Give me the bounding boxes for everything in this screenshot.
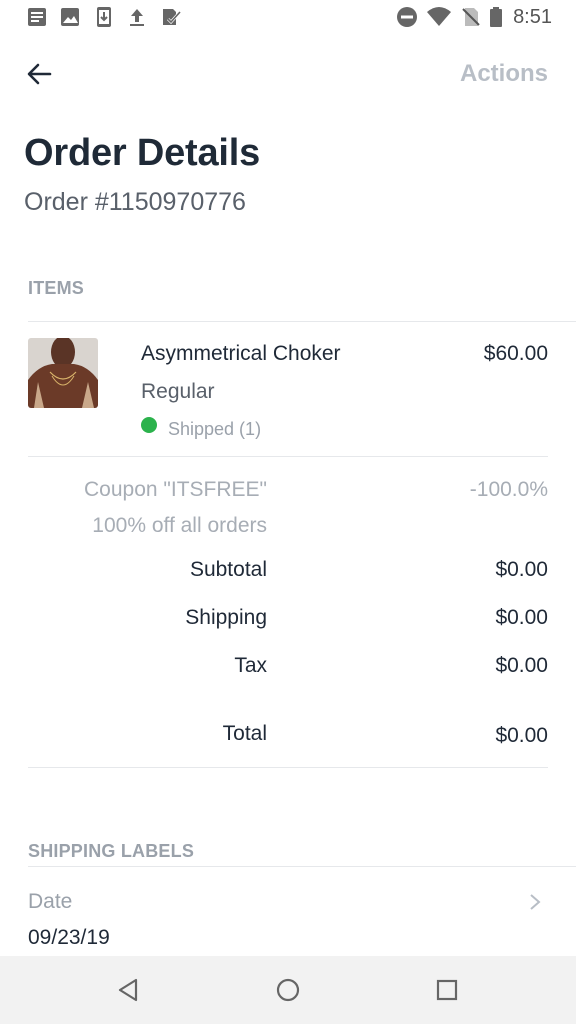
home-circle-icon[interactable] — [274, 976, 302, 1004]
image-icon — [61, 8, 79, 26]
total-value: $0.00 — [495, 724, 548, 747]
download-icon — [97, 7, 111, 27]
item-variant: Regular — [141, 380, 215, 403]
back-triangle-icon[interactable] — [114, 976, 142, 1004]
shipping-label: Shipping — [185, 606, 267, 629]
check-list-icon — [163, 9, 182, 25]
notes-icon — [28, 8, 46, 26]
shipping-labels-section-label: SHIPPING LABELS — [28, 841, 195, 861]
date-value: 09/23/19 — [28, 926, 110, 949]
page-title: Order Details — [24, 132, 261, 174]
chevron-right-icon — [530, 894, 541, 910]
date-label: Date — [28, 890, 73, 913]
status-dot-icon — [141, 417, 157, 433]
order-number: Order #1150970776 — [24, 188, 246, 216]
shipping-value: $0.00 — [495, 606, 548, 629]
status-bar: 8:51 — [0, 0, 576, 34]
total-label: Total — [222, 722, 267, 745]
divider — [28, 866, 576, 867]
item-price: $60.00 — [483, 342, 548, 365]
item-name: Asymmetrical Choker — [141, 342, 341, 365]
actions-button[interactable]: Actions — [460, 60, 548, 88]
list-item[interactable]: Asymmetrical Choker $60.00 Regular Shipp… — [0, 322, 576, 456]
divider — [28, 456, 548, 457]
divider — [28, 767, 548, 768]
app-bar: Actions — [0, 44, 576, 104]
recents-square-icon[interactable] — [433, 976, 461, 1004]
tax-value: $0.00 — [495, 654, 548, 677]
battery-icon — [490, 7, 502, 27]
subtotal-value: $0.00 — [495, 558, 548, 581]
coupon-value: -100.0% — [469, 478, 548, 501]
coupon-label: Coupon "ITSFREE" — [84, 478, 267, 501]
status-time: 8:51 — [513, 6, 552, 28]
tax-label: Tax — [234, 654, 267, 677]
shipping-label-row[interactable]: Date 09/23/19 — [0, 868, 576, 956]
system-nav-bar — [0, 956, 576, 1024]
coupon-description: 100% off all orders — [92, 514, 267, 537]
wifi-icon — [427, 7, 451, 26]
back-arrow-icon[interactable] — [24, 58, 56, 90]
product-thumbnail — [28, 338, 98, 408]
upload-icon — [130, 9, 144, 26]
item-status: Shipped (1) — [168, 419, 262, 439]
subtotal-label: Subtotal — [189, 558, 267, 581]
no-sim-icon — [462, 8, 480, 26]
items-section-label: ITEMS — [28, 278, 85, 298]
do-not-disturb-icon — [397, 7, 417, 27]
